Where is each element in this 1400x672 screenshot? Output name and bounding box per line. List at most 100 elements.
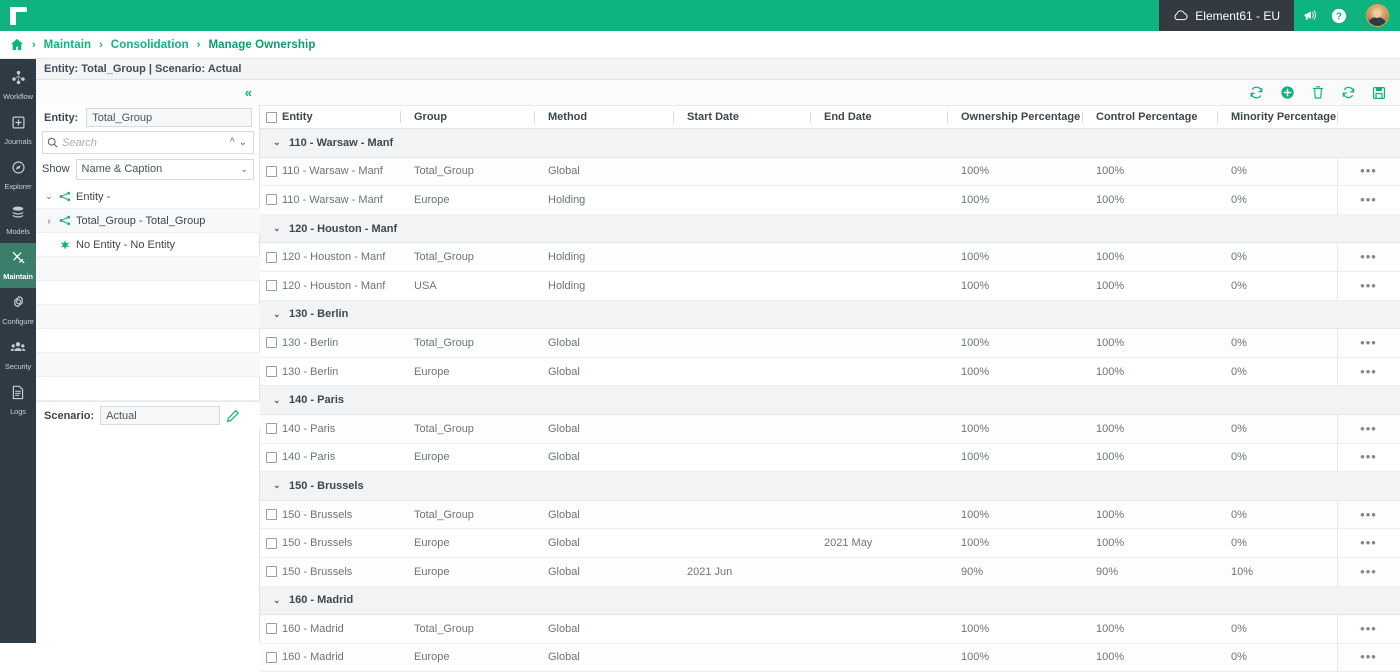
row-checkbox[interactable] (266, 452, 277, 463)
help-button[interactable]: ? (1324, 0, 1354, 31)
row-checkbox[interactable] (266, 166, 277, 177)
announcements-button[interactable] (1294, 0, 1324, 31)
sidebar-item-maintain[interactable]: Maintain (0, 243, 36, 288)
row-checkbox[interactable] (266, 280, 277, 291)
home-icon[interactable] (10, 38, 24, 51)
row-checkbox[interactable] (266, 538, 277, 549)
row-checkbox[interactable] (266, 252, 277, 263)
row-menu-button[interactable]: ••• (1337, 643, 1400, 672)
tree-item-total-group[interactable]: › Total_Group - Total_Group (36, 209, 260, 233)
row-checkbox[interactable] (266, 337, 277, 348)
chevron-down-icon[interactable]: ⌄ (273, 480, 289, 491)
table-row[interactable]: 160 - MadridTotal_GroupGlobal100%100%0%•… (260, 615, 1400, 644)
chevron-right-icon[interactable]: › (44, 216, 54, 226)
search-prev-icon[interactable]: ^ (230, 137, 235, 148)
column-header-entity[interactable]: Entity (282, 105, 400, 129)
row-menu-button[interactable]: ••• (1337, 157, 1400, 186)
sidebar-item-configure[interactable]: Configure (0, 288, 36, 333)
row-menu-button[interactable]: ••• (1337, 271, 1400, 300)
entity-input[interactable]: Total_Group (86, 108, 252, 127)
cell-end-date (810, 243, 947, 272)
process-ownership-button[interactable] (1249, 85, 1264, 100)
chevron-down-icon[interactable]: ⌄ (44, 191, 54, 202)
table-row[interactable]: 110 - Warsaw - ManfEuropeHolding100%100%… (260, 186, 1400, 215)
table-row[interactable]: 150 - BrusselsTotal_GroupGlobal100%100%0… (260, 501, 1400, 530)
column-header-ownership-label: Ownership Percentage (961, 111, 1080, 123)
column-header-control-percentage[interactable]: Control Percentage (1082, 105, 1217, 129)
row-menu-button[interactable]: ••• (1337, 414, 1400, 443)
column-header-start-date[interactable]: Start Date (673, 105, 810, 129)
row-checkbox[interactable] (266, 194, 277, 205)
chevron-down-icon[interactable]: ⌄ (273, 137, 289, 148)
sidebar-item-journals[interactable]: Journals (0, 108, 36, 153)
row-checkbox[interactable] (266, 566, 277, 577)
scenario-input[interactable]: Actual (100, 406, 220, 425)
table-row[interactable]: 130 - BerlinEuropeGlobal100%100%0%••• (260, 358, 1400, 387)
row-menu-button[interactable]: ••• (1337, 529, 1400, 558)
app-logo[interactable] (0, 0, 36, 31)
row-checkbox[interactable] (266, 509, 277, 520)
show-select[interactable]: Name & Caption ⌄ (76, 159, 254, 180)
row-menu-button[interactable]: ••• (1337, 557, 1400, 586)
row-menu-button[interactable]: ••• (1337, 500, 1400, 529)
tree-item-entity[interactable]: ⌄ Entity - (36, 185, 260, 209)
delete-row-button[interactable] (1311, 85, 1325, 100)
cell-minority: 0% (1217, 443, 1337, 472)
save-button[interactable] (1372, 86, 1386, 100)
group-header-row[interactable]: ⌄160 - Madrid (260, 587, 1400, 616)
table-row[interactable]: 120 - Houston - ManfTotal_GroupHolding10… (260, 243, 1400, 272)
row-checkbox[interactable] (266, 652, 277, 663)
row-menu-button[interactable]: ••• (1337, 329, 1400, 358)
row-menu-button[interactable]: ••• (1337, 615, 1400, 644)
pencil-icon[interactable] (226, 409, 240, 423)
row-checkbox[interactable] (266, 366, 277, 377)
search-input[interactable]: Search (62, 137, 226, 149)
sidebar-item-models[interactable]: Models (0, 198, 36, 243)
tenant-selector[interactable]: Element61 - EU (1159, 0, 1294, 31)
collapse-panel-icon[interactable]: « (245, 86, 250, 99)
table-row[interactable]: 140 - ParisEuropeGlobal100%100%0%••• (260, 444, 1400, 473)
user-menu-button[interactable] (1354, 0, 1400, 31)
reload-button[interactable] (1341, 85, 1356, 100)
table-row[interactable]: 130 - BerlinTotal_GroupGlobal100%100%0%•… (260, 329, 1400, 358)
breadcrumb-item-manage-ownership[interactable]: Manage Ownership (208, 39, 315, 51)
row-checkbox[interactable] (266, 423, 277, 434)
table-row[interactable]: 120 - Houston - ManfUSAHolding100%100%0%… (260, 272, 1400, 301)
row-menu-button[interactable]: ••• (1337, 443, 1400, 472)
group-header-row[interactable]: ⌄130 - Berlin (260, 301, 1400, 330)
sidebar-item-explorer[interactable]: Explorer (0, 153, 36, 198)
column-header-minority-percentage[interactable]: Minority Percentage (1217, 105, 1337, 129)
table-row[interactable]: 160 - MadridEuropeGlobal100%100%0%••• (260, 644, 1400, 672)
column-header-group[interactable]: Group (400, 105, 534, 129)
sidebar-item-workflow[interactable]: Workflow (0, 63, 36, 108)
row-menu-button[interactable]: ••• (1337, 186, 1400, 215)
sidebar-item-logs[interactable]: Logs (0, 378, 36, 423)
add-row-button[interactable] (1280, 85, 1295, 100)
search-next-icon[interactable]: ⌄ (239, 137, 247, 148)
column-header-method[interactable]: Method (534, 105, 673, 129)
tree-item-no-entity[interactable]: No Entity - No Entity (36, 233, 260, 257)
chevron-down-icon[interactable]: ⌄ (273, 223, 289, 234)
table-row[interactable]: 150 - BrusselsEuropeGlobal2021 Jun90%90%… (260, 558, 1400, 587)
row-menu-button[interactable]: ••• (1337, 357, 1400, 386)
group-header-row[interactable]: ⌄120 - Houston - Manf (260, 215, 1400, 244)
group-header-row[interactable]: ⌄150 - Brussels (260, 472, 1400, 501)
breadcrumb-item-consolidation[interactable]: Consolidation (111, 39, 189, 51)
row-menu-button[interactable]: ••• (1337, 243, 1400, 272)
table-row[interactable]: 140 - ParisTotal_GroupGlobal100%100%0%••… (260, 415, 1400, 444)
sidebar-item-security[interactable]: Security (0, 333, 36, 378)
group-header-row[interactable]: ⌄140 - Paris (260, 386, 1400, 415)
cell-group: Europe (400, 529, 534, 558)
row-checkbox[interactable] (266, 623, 277, 634)
chevron-down-icon[interactable]: ⌄ (273, 309, 289, 320)
breadcrumb-item-maintain[interactable]: Maintain (44, 39, 91, 51)
cell-entity: 110 - Warsaw - Manf (282, 157, 400, 186)
select-all-checkbox[interactable] (266, 112, 277, 123)
table-row[interactable]: 150 - BrusselsEuropeGlobal2021 May100%10… (260, 529, 1400, 558)
group-header-row[interactable]: ⌄110 - Warsaw - Manf (260, 129, 1400, 158)
chevron-down-icon[interactable]: ⌄ (273, 395, 289, 406)
chevron-down-icon[interactable]: ⌄ (273, 595, 289, 606)
column-header-end-date[interactable]: End Date (810, 105, 947, 129)
column-header-ownership-percentage[interactable]: Ownership Percentage (947, 105, 1082, 129)
table-row[interactable]: 110 - Warsaw - ManfTotal_GroupGlobal100%… (260, 158, 1400, 187)
